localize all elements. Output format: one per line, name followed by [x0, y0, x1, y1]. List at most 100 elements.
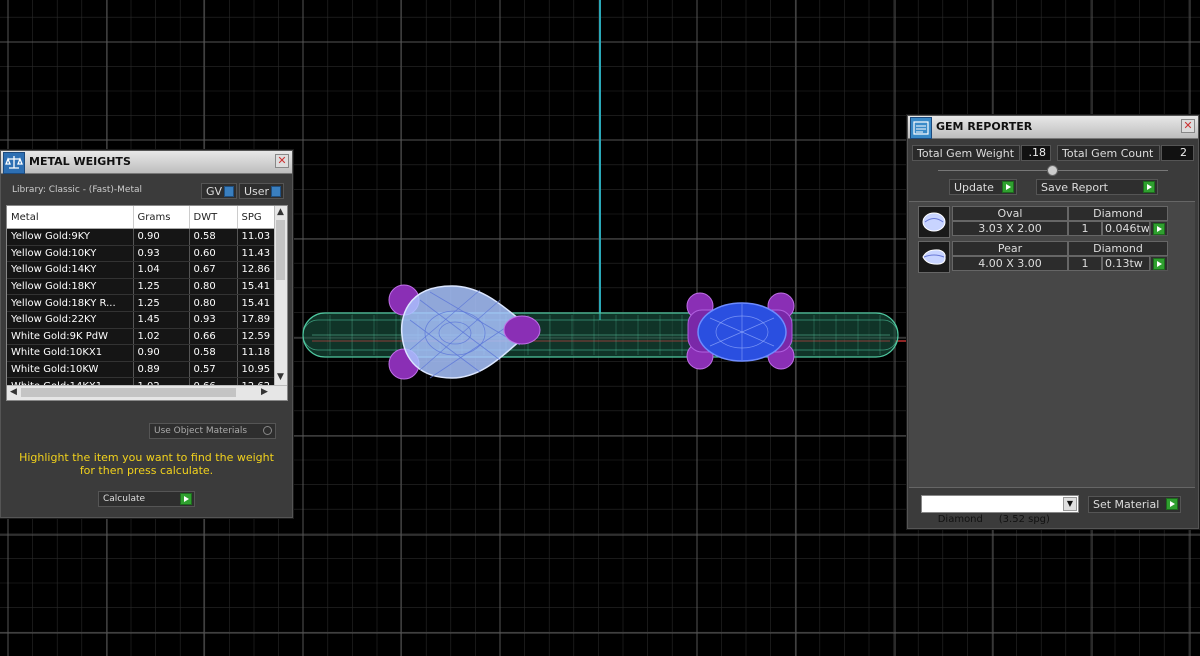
- cell-spg: 17.89: [237, 311, 276, 329]
- total-gem-weight-value: .18: [1021, 145, 1051, 161]
- cell-grams: 0.90: [133, 228, 190, 246]
- gem-weight: 0.046tw: [1102, 221, 1150, 236]
- update-button[interactable]: Update: [949, 179, 1017, 195]
- cell-dwt: 0.57: [189, 361, 238, 379]
- gem-size: 3.03 X 2.00: [952, 221, 1068, 236]
- cell-grams: 0.90: [133, 344, 190, 362]
- table-row[interactable]: White Gold:10KW 0.89 0.57 10.95: [7, 361, 276, 379]
- cell-grams: 1.45: [133, 311, 190, 329]
- table-row[interactable]: Yellow Gold:22KY 1.45 0.93 17.89: [7, 311, 276, 329]
- gem-reporter-icon: [910, 117, 932, 139]
- gem-row-oval[interactable]: Oval Diamond 3.03 X 2.00 1 0.046tw: [918, 206, 1168, 238]
- play-arrow-icon: [1143, 181, 1155, 193]
- gem-shape: Oval: [952, 206, 1068, 221]
- scroll-up-icon[interactable]: ▲: [277, 207, 284, 217]
- update-label: Update: [954, 181, 994, 194]
- dropdown-arrow-icon[interactable]: ▼: [1063, 497, 1077, 511]
- column-header-spg[interactable]: SPG: [237, 206, 276, 229]
- splitter-handle-icon[interactable]: [1047, 165, 1058, 176]
- pear-gem-thumbnail-icon: [918, 241, 950, 273]
- save-report-label: Save Report: [1041, 181, 1108, 194]
- column-header-metal[interactable]: Metal: [7, 206, 134, 229]
- total-gem-count-value: 2: [1161, 145, 1194, 161]
- cell-grams: 1.04: [133, 261, 190, 279]
- scroll-down-icon[interactable]: ▼: [277, 372, 284, 382]
- cell-grams: 1.25: [133, 278, 190, 296]
- gem-reporter-panel: GEM REPORTER ✕ Total Gem Weight .18 Tota…: [907, 115, 1199, 529]
- user-label: User: [244, 185, 270, 198]
- cell-metal: White Gold:9K PdW: [7, 328, 134, 346]
- user-indicator-icon: [271, 186, 281, 197]
- metal-table[interactable]: Metal Grams DWT SPG Yellow Gold:9KY 0.90 0…: [6, 205, 288, 401]
- cell-dwt: 0.58: [189, 344, 238, 362]
- cell-spg: 15.41: [237, 278, 276, 296]
- cell-metal: Yellow Gold:18KY R...: [7, 294, 134, 312]
- material-select[interactable]: Diamond (3.52 spg) ▼: [921, 495, 1079, 525]
- scroll-right-icon[interactable]: ▶: [261, 387, 268, 397]
- total-gem-count-label: Total Gem Count: [1057, 145, 1160, 161]
- ring-shank[interactable]: [302, 312, 899, 358]
- table-row[interactable]: Yellow Gold:18KY R... 1.25 0.80 15.41: [7, 294, 276, 312]
- cell-metal: Yellow Gold:9KY: [7, 228, 134, 246]
- gem-material: Diamond: [1068, 241, 1168, 256]
- table-row[interactable]: Yellow Gold:14KY 1.04 0.67 12.86: [7, 261, 276, 279]
- play-arrow-icon: [180, 493, 192, 505]
- gem-material: Diamond: [1068, 206, 1168, 221]
- table-row[interactable]: White Gold:10KX1 0.90 0.58 11.18: [7, 344, 276, 362]
- instruction-text: Highlight the item you want to find the …: [1, 451, 292, 477]
- play-arrow-icon: [1166, 498, 1178, 510]
- metal-weights-close-button[interactable]: ✕: [275, 154, 289, 168]
- cell-metal: White Gold:10KX1: [7, 344, 134, 362]
- cell-spg: 12.59: [237, 328, 276, 346]
- gem-row-pear-go-button[interactable]: [1150, 256, 1168, 271]
- use-object-materials-label: Use Object Materials: [154, 426, 248, 436]
- metal-table-header: Metal Grams DWT SPG: [7, 206, 276, 229]
- cell-dwt: 0.66: [189, 328, 238, 346]
- cell-grams: 0.89: [133, 361, 190, 379]
- checkbox-icon: [263, 426, 272, 435]
- column-header-dwt[interactable]: DWT: [189, 206, 238, 229]
- gv-toggle[interactable]: GV: [201, 183, 237, 199]
- metal-weights-panel: METAL WEIGHTS ✕ Library: Classic - (Fast…: [0, 150, 293, 518]
- cell-grams: 0.93: [133, 245, 190, 263]
- cell-metal: White Gold:10KW: [7, 361, 134, 379]
- pear-gem-model[interactable]: [388, 284, 541, 380]
- cell-dwt: 0.80: [189, 278, 238, 296]
- table-row[interactable]: White Gold:9K PdW 1.02 0.66 12.59: [7, 328, 276, 346]
- gem-reporter-close-button[interactable]: ✕: [1181, 119, 1195, 133]
- vscroll-thumb[interactable]: [276, 220, 285, 280]
- cell-grams: 1.25: [133, 294, 190, 312]
- calculate-button[interactable]: Calculate: [98, 491, 195, 507]
- gem-quantity: 1: [1068, 221, 1102, 236]
- play-arrow-icon: [1153, 223, 1165, 235]
- gem-row-oval-go-button[interactable]: [1150, 221, 1168, 236]
- column-header-grams[interactable]: Grams: [133, 206, 190, 229]
- cell-metal: Yellow Gold:22KY: [7, 311, 134, 329]
- calculate-label: Calculate: [103, 494, 146, 504]
- gem-shape: Pear: [952, 241, 1068, 256]
- gem-row-pear[interactable]: Pear Diamond 4.00 X 3.00 1 0.13tw: [918, 241, 1168, 273]
- table-row[interactable]: Yellow Gold:9KY 0.90 0.58 11.03: [7, 228, 276, 246]
- oval-gem-thumbnail-icon: [918, 206, 950, 238]
- set-material-button[interactable]: Set Material: [1088, 496, 1181, 513]
- scroll-left-icon[interactable]: ◀: [10, 387, 17, 397]
- metal-table-vscrollbar[interactable]: ▲ ▼: [274, 206, 287, 386]
- table-row[interactable]: Yellow Gold:18KY 1.25 0.80 15.41: [7, 278, 276, 296]
- oval-gem-model[interactable]: [686, 292, 795, 370]
- save-report-button[interactable]: Save Report: [1036, 179, 1158, 195]
- cell-spg: 15.41: [237, 294, 276, 312]
- total-gem-weight-label: Total Gem Weight: [912, 145, 1020, 161]
- metal-table-hscrollbar[interactable]: ◀ ▶: [7, 385, 287, 400]
- cell-dwt: 0.93: [189, 311, 238, 329]
- gem-reporter-titlebar[interactable]: GEM REPORTER ✕: [908, 116, 1198, 139]
- table-row[interactable]: Yellow Gold:10KY 0.93 0.60 11.43: [7, 245, 276, 263]
- gv-indicator-icon: [224, 186, 234, 197]
- hscroll-thumb[interactable]: [21, 388, 236, 397]
- metal-weights-titlebar[interactable]: METAL WEIGHTS ✕: [1, 151, 292, 174]
- play-arrow-icon: [1153, 258, 1165, 270]
- use-object-materials-checkbox[interactable]: Use Object Materials: [149, 423, 276, 439]
- cell-metal: Yellow Gold:18KY: [7, 278, 134, 296]
- user-toggle[interactable]: User: [239, 183, 284, 199]
- cell-dwt: 0.80: [189, 294, 238, 312]
- metal-scale-icon: [3, 152, 25, 174]
